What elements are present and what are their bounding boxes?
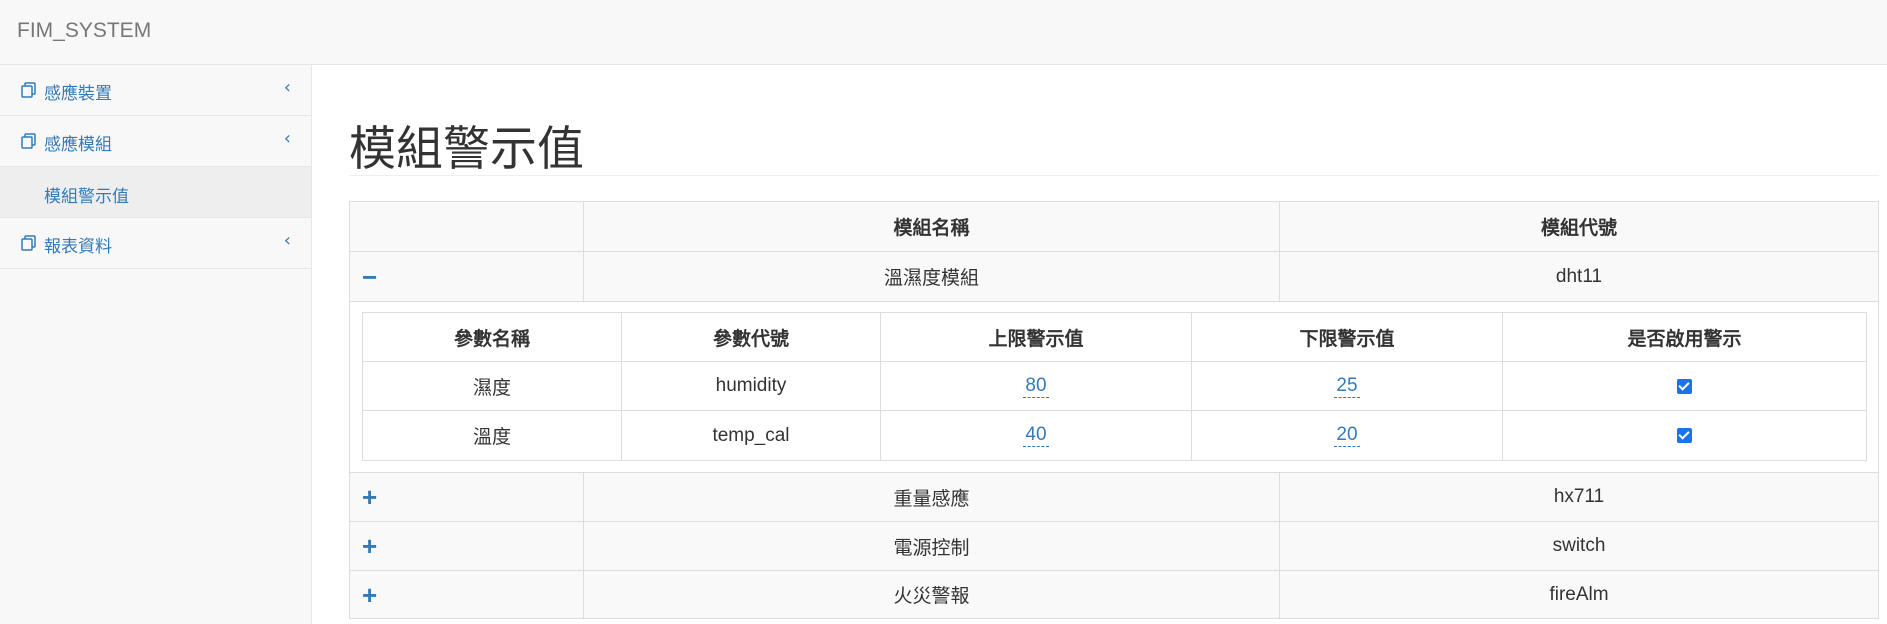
expand-cell: − <box>350 252 584 301</box>
module-name: 溫濕度模組 <box>584 252 1280 301</box>
param-lower-cell: 25 <box>1192 362 1503 410</box>
param-header-enabled: 是否啟用警示 <box>1627 328 1742 350</box>
page-title: 模組警示值 <box>349 122 584 177</box>
table-row[interactable]: + 電源控制 switch <box>350 522 1878 571</box>
enable-alert-checkbox[interactable] <box>1677 378 1692 394</box>
sidebar-item-modules[interactable]: 感應模組 ‹ <box>0 116 311 167</box>
lower-limit-value[interactable]: 20 <box>1334 424 1360 447</box>
module-table: 模組名稱 模組代號 − 溫濕度模組 dht11 參數名稱 參數代號 上限警示值 … <box>349 201 1879 619</box>
expand-icon[interactable]: + <box>362 582 377 608</box>
copy-icon <box>21 235 36 251</box>
table-header-expand <box>350 202 584 251</box>
sidebar-item-label: 感應裝置 <box>44 84 112 104</box>
param-enabled-cell <box>1503 362 1866 410</box>
table-header-code[interactable]: 模組代號 <box>1280 202 1878 251</box>
collapse-icon[interactable]: − <box>362 264 377 290</box>
expand-cell: + <box>350 473 584 521</box>
module-code: switch <box>1552 535 1606 556</box>
sidebar-item-label: 感應模組 <box>44 135 112 155</box>
module-code: dht11 <box>1555 265 1603 287</box>
sidebar-subitem-module-alert[interactable]: 模組警示值 <box>0 167 311 218</box>
param-header-upper: 上限警示值 <box>881 313 1192 361</box>
chevron-left-icon: ‹ <box>283 230 291 251</box>
param-name: 濕度 <box>363 362 622 410</box>
chevron-left-icon: ‹ <box>283 77 291 98</box>
table-row[interactable]: − 溫濕度模組 dht11 <box>350 252 1878 302</box>
parameter-table: 參數名稱 參數代號 上限警示值 下限警示值 是否啟用警示 濕度 humidity… <box>362 312 1867 461</box>
sidebar-item-reports[interactable]: 報表資料 ‹ <box>0 218 311 269</box>
module-code: fireAlm <box>1549 583 1609 605</box>
sidebar-item-label: 報表資料 <box>44 237 112 257</box>
param-upper-cell: 80 <box>881 362 1192 410</box>
title-divider <box>349 175 1879 176</box>
parameter-row: 濕度 humidity 80 25 <box>363 362 1866 411</box>
param-header-code: 參數代號 <box>622 313 881 361</box>
upper-limit-value[interactable]: 40 <box>1023 424 1049 447</box>
parameter-row: 溫度 temp_cal 40 20 <box>363 411 1866 460</box>
module-name: 電源控制 <box>584 522 1280 570</box>
table-header-name[interactable]: 模組名稱 <box>584 202 1280 251</box>
param-header-name: 參數名稱 <box>363 313 622 361</box>
table-row[interactable]: + 重量感應 hx711 <box>350 473 1878 522</box>
expand-icon[interactable]: + <box>362 484 377 510</box>
param-name: 溫度 <box>363 411 622 460</box>
sidebar-item-devices[interactable]: 感應裝置 ‹ <box>0 65 311 116</box>
module-name: 重量感應 <box>584 473 1280 521</box>
expand-cell: + <box>350 571 584 618</box>
upper-limit-value[interactable]: 80 <box>1023 375 1049 398</box>
sidebar: 感應裝置 ‹ 感應模組 ‹ 模組警示值 報表資料 ‹ <box>0 65 312 624</box>
detail-row: 參數名稱 參數代號 上限警示值 下限警示值 是否啟用警示 濕度 humidity… <box>350 302 1878 473</box>
module-name: 火災警報 <box>584 571 1280 618</box>
sidebar-subitem-label: 模組警示值 <box>44 187 129 207</box>
copy-icon <box>21 82 36 98</box>
table-header-row: 模組名稱 模組代號 <box>350 202 1878 252</box>
table-row[interactable]: + 火災警報 fireAlm <box>350 571 1878 618</box>
param-lower-cell: 20 <box>1192 411 1503 460</box>
lower-limit-value[interactable]: 25 <box>1334 375 1360 398</box>
param-code: humidity <box>622 362 881 410</box>
brand-logo[interactable]: FIM_SYSTEM <box>17 19 151 43</box>
param-enabled-cell <box>1503 411 1866 460</box>
param-code: temp_cal <box>622 411 881 460</box>
expand-icon[interactable]: + <box>362 533 377 559</box>
top-navbar: FIM_SYSTEM <box>0 0 1887 65</box>
copy-icon <box>21 133 36 149</box>
enable-alert-checkbox[interactable] <box>1677 428 1692 443</box>
module-code: hx711 <box>1553 486 1605 507</box>
param-upper-cell: 40 <box>881 411 1192 460</box>
expand-cell: + <box>350 522 584 570</box>
parameter-header-row: 參數名稱 參數代號 上限警示值 下限警示值 是否啟用警示 <box>363 313 1866 362</box>
param-header-lower: 下限警示值 <box>1192 313 1503 361</box>
chevron-left-icon: ‹ <box>283 128 291 149</box>
